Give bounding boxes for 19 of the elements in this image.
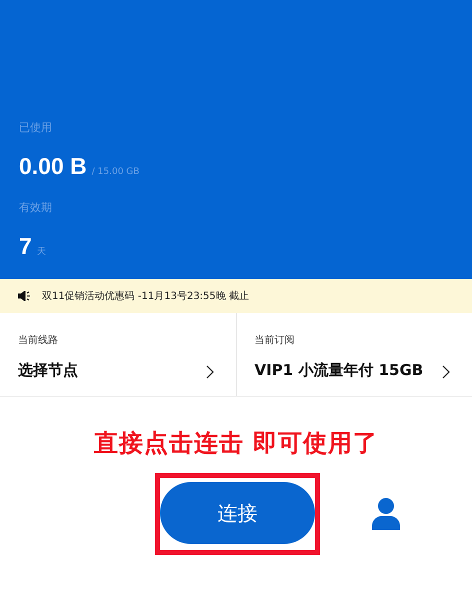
validity-value: 7 [19,233,32,260]
user-icon[interactable] [372,498,400,530]
connect-button[interactable]: 连接 [160,482,315,544]
annotation-text: 直接点击连击 即可使用了 [94,429,378,457]
card-label: 当前线路 [18,334,59,347]
quota-text: / 15.00 GB [92,167,140,177]
card-value: VIP1 小流量年付 15GB [254,361,424,380]
validity-label: 有效期 [19,200,53,215]
notice-text: 双11促销活动优惠码 -11月13号23:55晚 截止 [42,290,249,303]
validity-unit: 天 [36,246,46,258]
info-card[interactable]: 当前线路 选择节点 [0,313,236,396]
info-card[interactable]: 当前订阅 VIP1 小流量年付 15GB [236,313,472,396]
chevron-icon [442,365,450,379]
speaker-icon [18,291,30,301]
used-value: 0.00 B [19,153,87,180]
card-label: 当前订阅 [254,334,296,347]
card-value: 选择节点 [18,361,78,380]
used-label: 已使用 [19,120,53,135]
chevron-icon [206,365,214,379]
